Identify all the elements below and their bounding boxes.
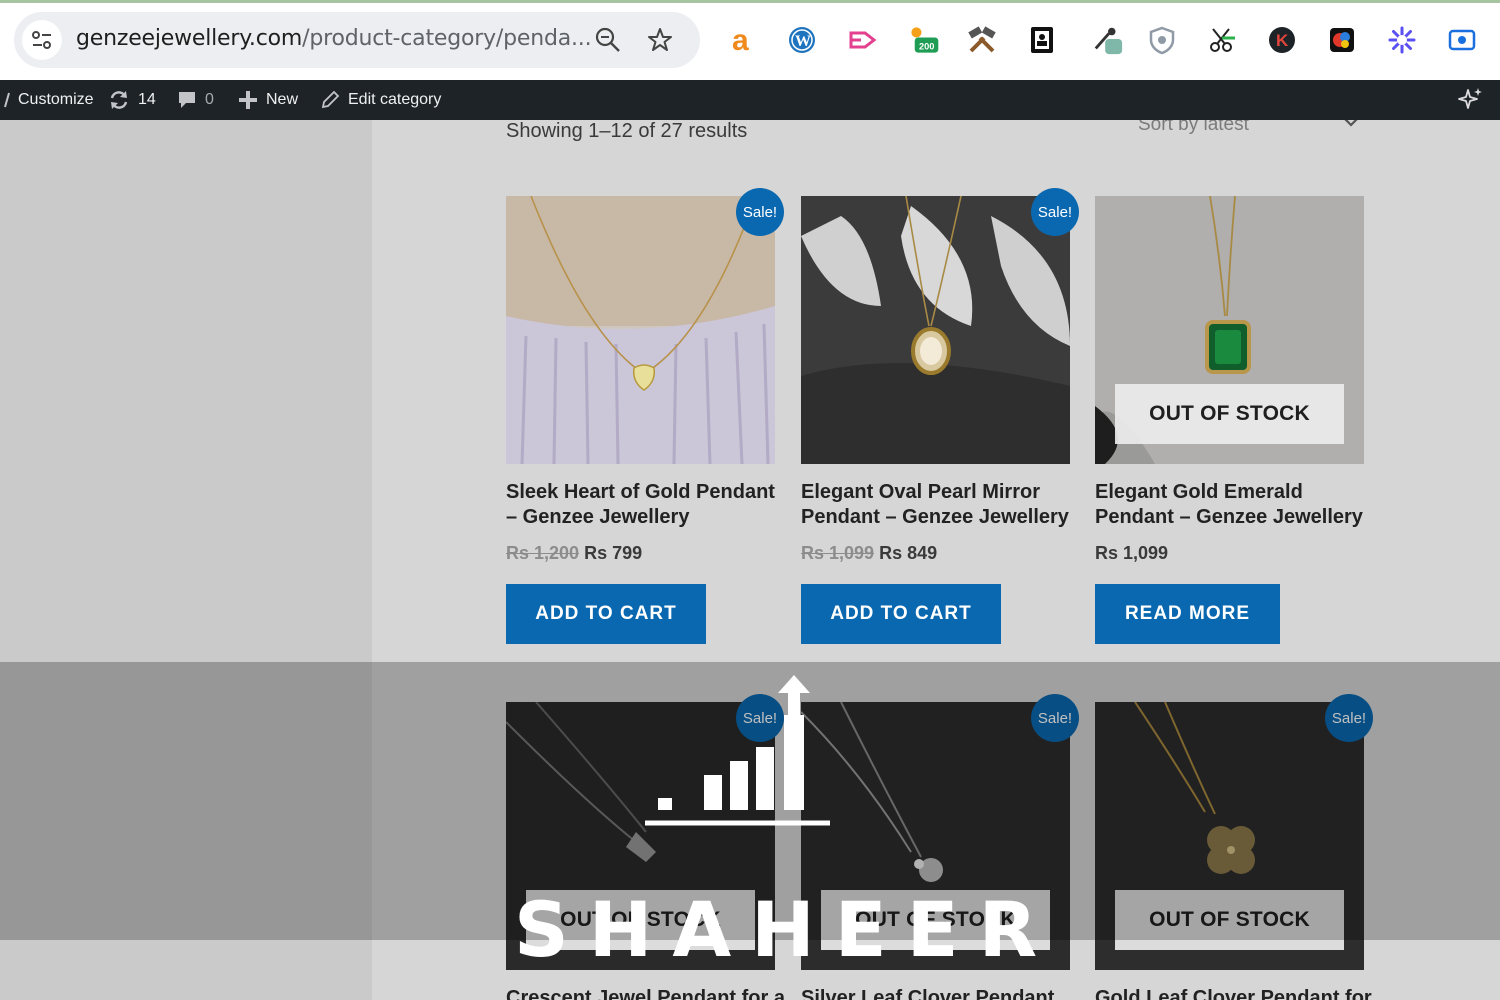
product-price: Rs 1,099 Rs 849 [801,543,937,564]
product-price: Rs 1,099 [1095,543,1168,564]
browser-toolbar: genzeejewellery.com/product-category/pen… [0,0,1500,80]
zoom-icon[interactable] [594,26,622,54]
sale-badge: Sale! [736,188,784,236]
sale-badge: Sale! [1031,188,1079,236]
eyedropper-icon[interactable] [1092,24,1124,56]
site-info-button[interactable] [22,20,62,60]
product-image[interactable] [801,196,1070,464]
plus-icon [239,91,257,109]
updates-count: 14 [138,91,156,108]
comments-count: 0 [205,91,214,108]
chevron-down-icon [1344,120,1358,127]
svg-text:W: W [795,33,811,50]
svg-text:K: K [1276,31,1289,50]
customize-link[interactable]: Customize [4,80,94,120]
sparkle-gear-icon[interactable] [1386,24,1418,56]
watermark-text: SHAHEER [514,885,1058,974]
brush-icon [4,92,10,108]
sparkle-icon [1458,88,1482,109]
address-bar[interactable]: genzeejewellery.com/product-category/pen… [14,12,700,68]
contact-book-icon[interactable] [1026,24,1058,56]
wordpress-icon[interactable]: W [786,24,818,56]
regular-price: Rs 1,099 [1095,543,1169,563]
svg-text:a: a [732,25,749,55]
pencil-icon [321,90,340,109]
old-price: Rs 1,200 [506,543,580,563]
out-of-stock-badge: OUT OF STOCK [1115,384,1344,444]
tracker-icon[interactable]: 200 [908,24,940,56]
edit-category-label: Edit category [348,91,442,108]
shield-icon[interactable] [1146,24,1178,56]
sale-price: Rs 799 [584,543,643,563]
product-image[interactable] [506,196,775,464]
url-text[interactable]: genzeejewellery.com/product-category/pen… [76,26,592,51]
screen-record-icon[interactable] [1446,24,1478,56]
chart-growth-logo-icon [645,675,830,826]
product-title[interactable]: Elegant Oval Pearl Mirror Pendant – Genz… [801,480,1081,530]
read-more-button[interactable]: READ MORE [1095,584,1280,644]
ai-sparkle-button[interactable] [1456,80,1484,120]
bookmark-star-icon[interactable] [646,26,674,54]
scissors-icon[interactable] [1206,24,1238,56]
customize-label: Customize [18,91,94,108]
product-title[interactable]: Silver Leaf Clover Pendant for [801,986,1081,1000]
product-price: Rs 1,200 Rs 799 [506,543,642,564]
updates-icon [110,91,128,109]
watermark: SHAHEER [500,675,1037,975]
tab-strip-edge [0,0,1500,3]
sort-label: Sort by latest [1138,120,1249,135]
tools-icon[interactable] [966,24,998,56]
new-content-link[interactable]: New [238,80,298,120]
product-title[interactable]: Elegant Gold Emerald Pendant – Genzee Je… [1095,480,1375,530]
add-to-cart-button[interactable]: ADD TO CART [506,584,706,644]
product-title[interactable]: Gold Leaf Clover Pendant for [1095,986,1375,1000]
tracker-badge: 200 [919,41,934,51]
url-host: genzeejewellery.com [76,26,303,51]
product-title[interactable]: Crescent Jewel Pendant for a [506,986,786,1000]
updates-link[interactable]: 14 [108,80,156,120]
sale-price: Rs 849 [879,543,938,563]
product-title[interactable]: Sleek Heart of Gold Pendant – Genzee Jew… [506,480,786,530]
add-to-cart-button[interactable]: ADD TO CART [801,584,1001,644]
url-path: /product-category/penda... [302,26,592,51]
old-price: Rs 1,099 [801,543,875,563]
comment-icon [179,92,195,108]
tag-arrow-icon[interactable] [846,24,878,56]
new-label: New [266,91,299,108]
sort-dropdown[interactable]: Sort by latest [1138,120,1364,136]
amazon-assistant-icon[interactable]: a [726,24,758,56]
shop-page: Showing 1–12 of 27 results Sort by lates… [0,120,1500,1000]
site-info-icon [32,31,51,49]
k-icon[interactable]: K [1266,24,1298,56]
result-count: Showing 1–12 of 27 results [506,120,748,142]
wp-admin-bar: Customize 14 0 New Edit category [0,80,1500,120]
edit-category-link[interactable]: Edit category [320,80,441,120]
comments-link[interactable]: 0 [177,80,214,120]
puzzle-color-icon[interactable] [1326,24,1358,56]
